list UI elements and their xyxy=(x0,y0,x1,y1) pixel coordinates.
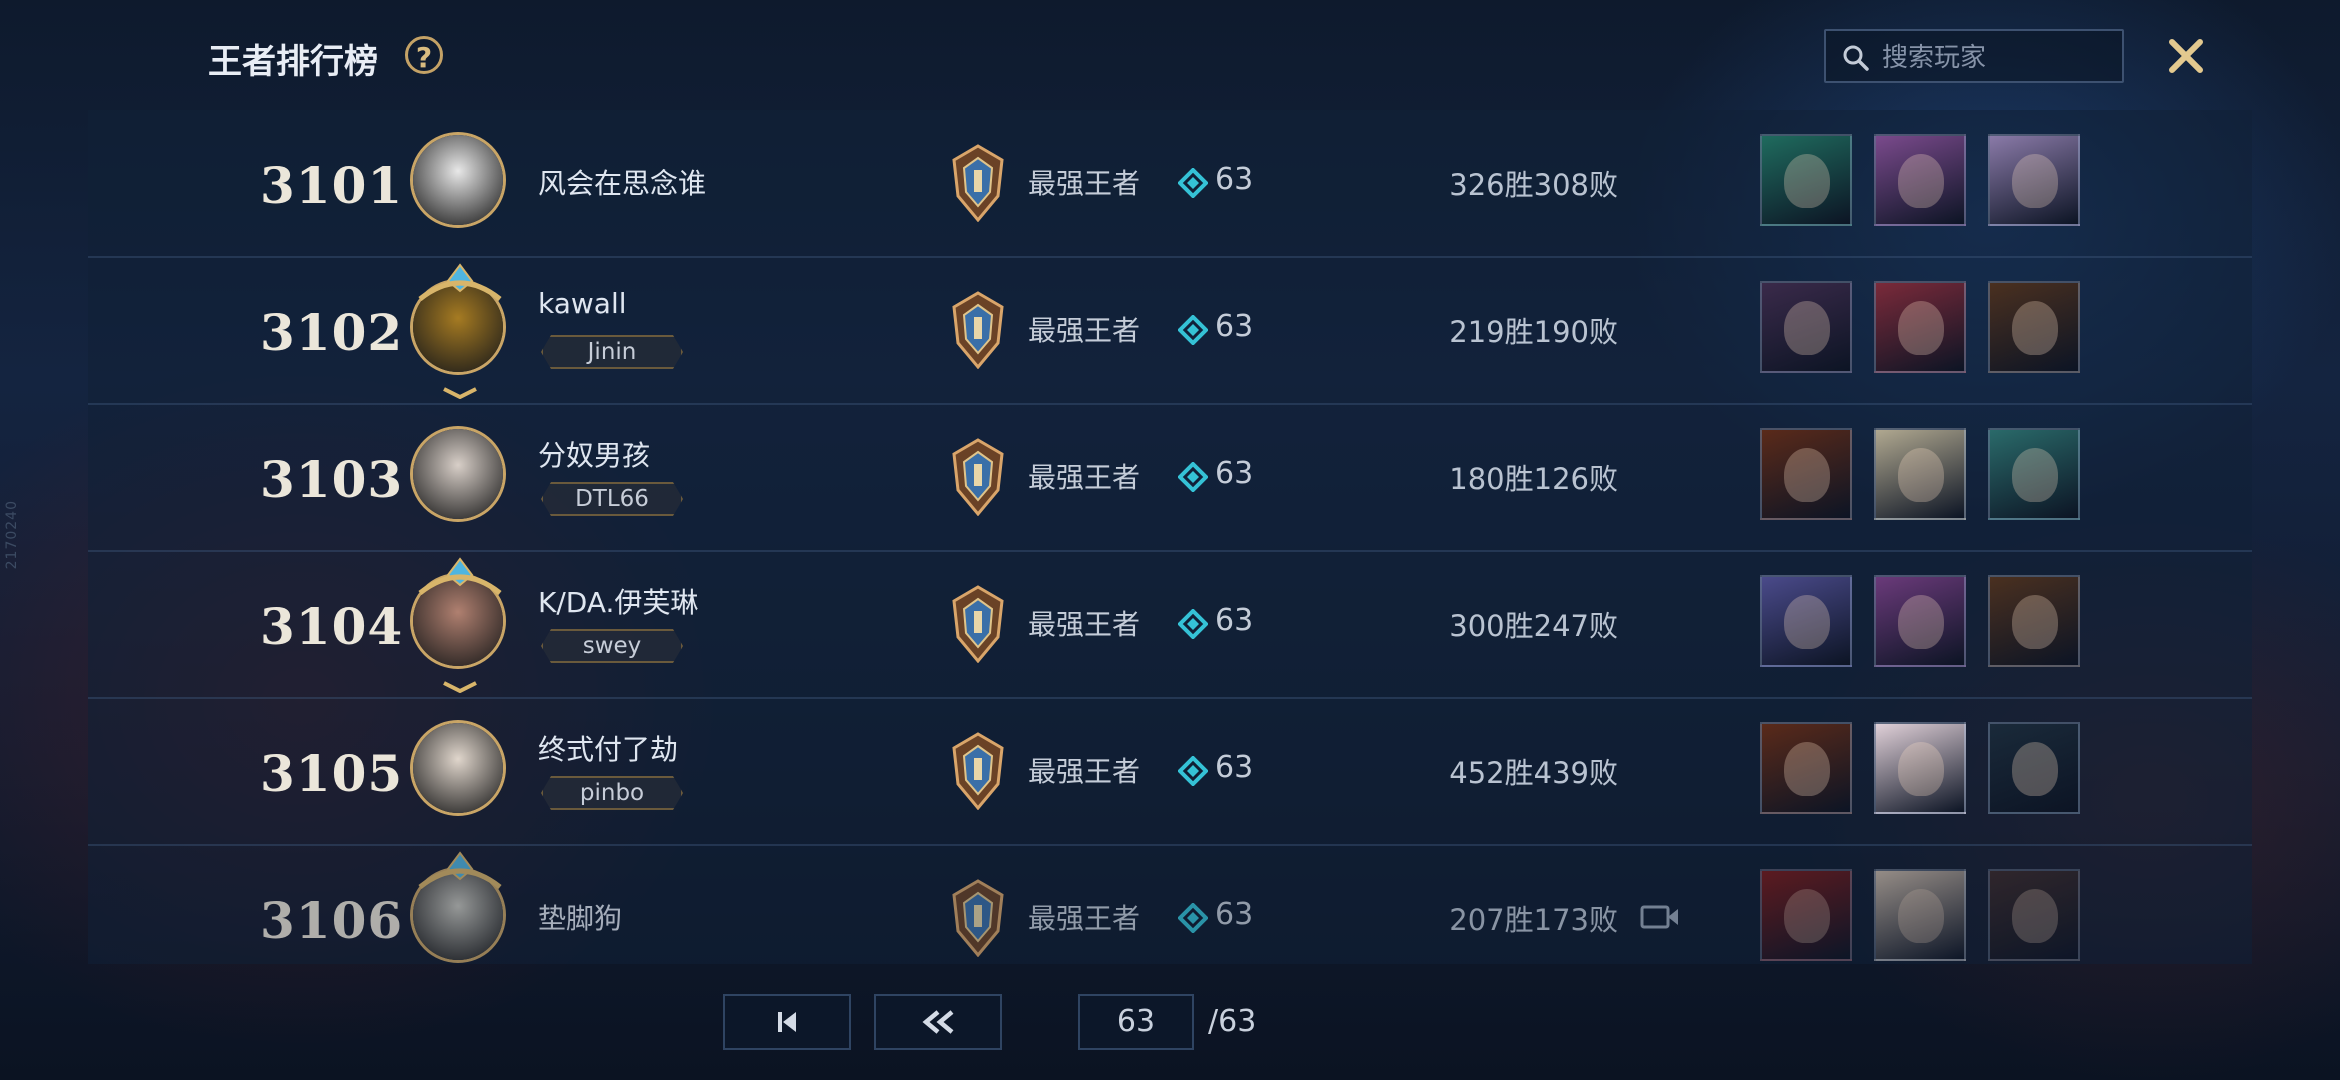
leaderboard-row[interactable]: 3105 终式付了劫 pinbo 最强王者 63 452胜439败 xyxy=(88,698,2252,846)
player-avatar[interactable] xyxy=(410,720,510,820)
leaderboard-row[interactable]: 3104 K/DA.伊芙琳 swey 最强王者 63 300胜247败 xyxy=(88,551,2252,699)
hero-portraits xyxy=(1760,428,2080,520)
player-name: 分奴男孩 xyxy=(538,439,651,472)
hero-portrait[interactable] xyxy=(1988,575,2080,667)
player-avatar[interactable] xyxy=(410,851,510,964)
help-button[interactable]: ? xyxy=(405,36,443,74)
player-name: K/DA.伊芙琳 xyxy=(538,586,699,619)
player-name: 风会在思念谁 xyxy=(538,167,707,200)
leaderboard-row[interactable]: 3102 kawall Jinin 最强王者 63 219胜190败 xyxy=(88,257,2252,405)
hero-portrait[interactable] xyxy=(1760,869,1852,961)
search-input[interactable] xyxy=(1880,39,2114,77)
hero-portraits xyxy=(1760,869,2080,961)
avatar-frame-emblem-icon xyxy=(418,557,502,693)
leaderboard-row[interactable]: 3103 分奴男孩 DTL66 最强王者 63 180胜126败 xyxy=(88,404,2252,552)
hero-portrait[interactable] xyxy=(1760,134,1852,226)
hero-portrait[interactable] xyxy=(1874,722,1966,814)
search-box[interactable] xyxy=(1824,29,2124,83)
player-name: 终式付了劫 xyxy=(538,733,679,766)
hero-portraits xyxy=(1760,722,2080,814)
player-avatar[interactable] xyxy=(410,426,510,526)
star-count: 63 xyxy=(1215,750,1254,785)
hero-portraits xyxy=(1760,134,2080,226)
hero-portrait[interactable] xyxy=(1874,281,1966,373)
player-tag: DTL66 xyxy=(541,482,683,516)
avatar-frame-emblem-icon xyxy=(418,263,502,399)
avatar xyxy=(410,132,506,228)
star-count: 63 xyxy=(1215,456,1254,491)
player-tag: Jinin xyxy=(541,335,683,369)
hero-portrait[interactable] xyxy=(1988,134,2080,226)
player-tag: pinbo xyxy=(541,776,683,810)
leaderboard-list[interactable]: 3101 风会在思念谁 最强王者 63 326胜308败 3102 kawall… xyxy=(88,110,2252,964)
star-count: 63 xyxy=(1215,309,1254,344)
hero-portrait[interactable] xyxy=(1760,722,1852,814)
star-points-icon xyxy=(1178,609,1208,639)
hero-portraits xyxy=(1760,281,2080,373)
hero-portrait[interactable] xyxy=(1988,428,2080,520)
double-chevron-left-icon xyxy=(922,1010,954,1034)
tier-label: 最强王者 xyxy=(1028,902,1141,935)
player-avatar[interactable] xyxy=(410,557,510,693)
hero-portrait[interactable] xyxy=(1760,428,1852,520)
hero-portrait[interactable] xyxy=(1988,869,2080,961)
hero-portrait[interactable] xyxy=(1874,869,1966,961)
player-name: 垫脚狗 xyxy=(538,902,623,935)
search-icon xyxy=(1843,45,1869,71)
tier-label: 最强王者 xyxy=(1028,755,1141,788)
video-replay-icon[interactable] xyxy=(1640,903,1680,931)
tier-badge-icon xyxy=(952,144,1004,222)
star-count: 63 xyxy=(1215,603,1254,638)
hero-portrait[interactable] xyxy=(1874,575,1966,667)
win-loss-record: 180胜126败 xyxy=(1449,462,1618,496)
player-name: kawall xyxy=(538,287,627,320)
win-loss-record: 219胜190败 xyxy=(1449,315,1618,349)
star-points-icon xyxy=(1178,315,1208,345)
leaderboard-row[interactable]: 3106 垫脚狗 最强王者 63 207胜173败 xyxy=(88,845,2252,964)
hero-portraits xyxy=(1760,575,2080,667)
previous-page-button[interactable] xyxy=(874,994,1002,1050)
win-loss-record: 207胜173败 xyxy=(1449,903,1618,937)
win-loss-record: 452胜439败 xyxy=(1449,756,1618,790)
close-icon[interactable] xyxy=(2166,36,2206,76)
hero-portrait[interactable] xyxy=(1874,428,1966,520)
tier-label: 最强王者 xyxy=(1028,167,1141,200)
tier-badge-icon xyxy=(952,585,1004,663)
tier-label: 最强王者 xyxy=(1028,314,1141,347)
player-avatar[interactable] xyxy=(410,132,510,232)
tier-label: 最强王者 xyxy=(1028,608,1141,641)
tier-label: 最强王者 xyxy=(1028,461,1141,494)
star-points-icon xyxy=(1178,903,1208,933)
star-count: 63 xyxy=(1215,897,1254,932)
star-points-icon xyxy=(1178,756,1208,786)
tier-badge-icon xyxy=(952,291,1004,369)
player-tag: swey xyxy=(541,629,683,663)
skip-to-first-icon xyxy=(778,1012,796,1032)
tier-badge-icon xyxy=(952,438,1004,516)
page-number-input[interactable]: 63 xyxy=(1078,994,1194,1050)
total-pages-label: /63 xyxy=(1208,1004,1257,1039)
avatar-frame-emblem-icon xyxy=(418,851,502,889)
hero-portrait[interactable] xyxy=(1760,281,1852,373)
side-watermark: 2170240 xyxy=(4,500,20,570)
avatar xyxy=(410,720,506,816)
star-points-icon xyxy=(1178,168,1208,198)
page-title: 王者排行榜 xyxy=(208,42,378,82)
hero-portrait[interactable] xyxy=(1874,134,1966,226)
star-count: 63 xyxy=(1215,162,1254,197)
first-page-button[interactable] xyxy=(723,994,851,1050)
tier-badge-icon xyxy=(952,879,1004,957)
win-loss-record: 326胜308败 xyxy=(1449,168,1618,202)
star-points-icon xyxy=(1178,462,1208,492)
win-loss-record: 300胜247败 xyxy=(1449,609,1618,643)
leaderboard-row[interactable]: 3101 风会在思念谁 最强王者 63 326胜308败 xyxy=(88,110,2252,258)
hero-portrait[interactable] xyxy=(1760,575,1852,667)
avatar xyxy=(410,426,506,522)
tier-badge-icon xyxy=(952,732,1004,810)
player-avatar[interactable] xyxy=(410,263,510,399)
hero-portrait[interactable] xyxy=(1988,722,2080,814)
hero-portrait[interactable] xyxy=(1988,281,2080,373)
